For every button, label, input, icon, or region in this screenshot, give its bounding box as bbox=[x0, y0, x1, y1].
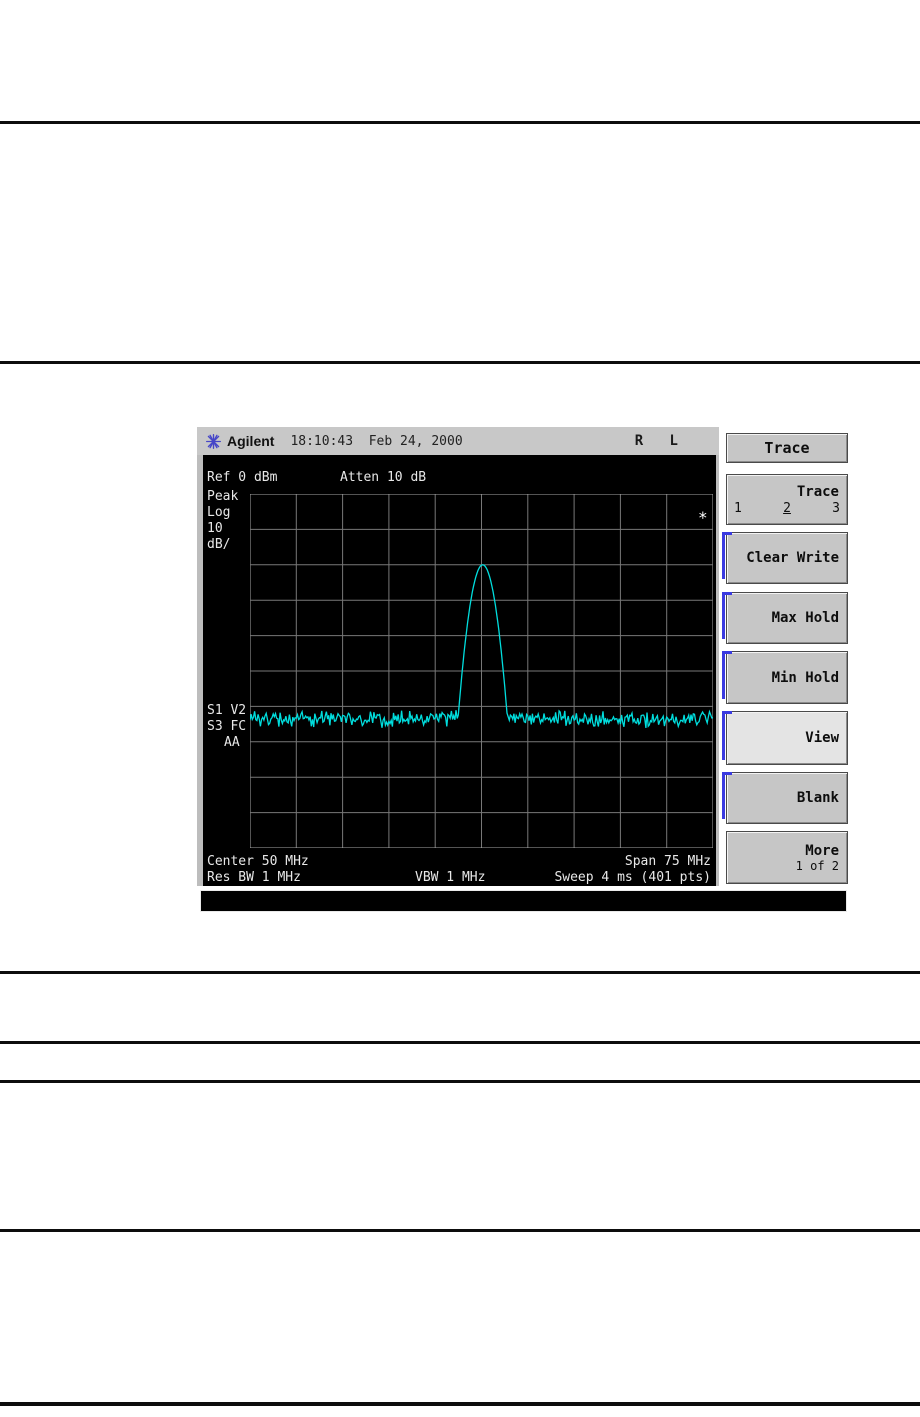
scale-mode-label: Log bbox=[207, 505, 231, 520]
message-status-bar bbox=[200, 890, 847, 912]
horizontal-rule bbox=[0, 971, 920, 974]
agilent-starburst-icon bbox=[206, 433, 221, 449]
res-bw-label: Res BW 1 MHz bbox=[207, 870, 301, 885]
horizontal-rule bbox=[0, 1041, 920, 1044]
uncal-asterisk-indicator: * bbox=[698, 508, 708, 527]
sweep-flag-1: S1 V2 bbox=[207, 703, 247, 718]
status-indicators: R L bbox=[634, 433, 687, 449]
sweep-flag-2: S3 FC bbox=[207, 719, 247, 734]
atten-label: Atten 10 dB bbox=[340, 470, 427, 485]
softkey-max-hold[interactable]: Max Hold bbox=[722, 592, 848, 644]
sweep-label: Sweep 4 ms (401 pts) bbox=[554, 870, 711, 885]
scale-value-label: 10 bbox=[207, 521, 223, 536]
softkey-menu-title: Trace bbox=[726, 433, 848, 463]
trace-options: 1 2 3 bbox=[727, 500, 847, 516]
horizontal-rule bbox=[0, 1402, 920, 1406]
trace-option[interactable]: 2 bbox=[783, 501, 791, 516]
spectrum-graticule-and-trace bbox=[250, 494, 713, 848]
softkey-min-hold[interactable]: Min Hold bbox=[722, 651, 848, 704]
analyzer-display: Ref 0 dBm Atten 10 dB Peak Log 10 dB/ S1… bbox=[203, 455, 716, 886]
document-page: Agilent 18:10:43 Feb 24, 2000 R L Ref 0 … bbox=[0, 0, 920, 1417]
horizontal-rule bbox=[0, 361, 920, 364]
trace-option[interactable]: 1 bbox=[734, 501, 742, 516]
spectrum-analyzer-screenshot: Agilent 18:10:43 Feb 24, 2000 R L Ref 0 … bbox=[197, 427, 851, 914]
scale-unit-label: dB/ bbox=[207, 537, 231, 552]
span-label: Span 75 MHz bbox=[624, 854, 711, 869]
datetime-label: 18:10:43 Feb 24, 2000 bbox=[290, 433, 463, 449]
horizontal-rule bbox=[0, 121, 920, 124]
detector-label: Peak bbox=[207, 489, 239, 504]
softkey-clear-write[interactable]: Clear Write bbox=[722, 532, 848, 584]
sweep-flag-3: AA bbox=[224, 735, 240, 750]
horizontal-rule bbox=[0, 1080, 920, 1083]
softkey-trace-select[interactable]: Trace 1 2 3 bbox=[726, 474, 848, 525]
brand-label: Agilent bbox=[227, 433, 275, 449]
ref-level-label: Ref 0 dBm bbox=[207, 470, 278, 485]
softkey-blank[interactable]: Blank bbox=[722, 772, 848, 824]
vbw-label: VBW 1 MHz bbox=[415, 870, 486, 885]
trace-option[interactable]: 3 bbox=[832, 501, 840, 516]
horizontal-rule bbox=[0, 1229, 920, 1232]
softkey-more[interactable]: More 1 of 2 bbox=[726, 831, 848, 884]
center-freq-label: Center 50 MHz bbox=[207, 854, 309, 869]
analyzer-header-bar: Agilent 18:10:43 Feb 24, 2000 R L bbox=[197, 427, 719, 455]
analyzer-display-frame: Agilent 18:10:43 Feb 24, 2000 R L Ref 0 … bbox=[197, 427, 719, 886]
softkey-view[interactable]: View bbox=[722, 711, 848, 765]
